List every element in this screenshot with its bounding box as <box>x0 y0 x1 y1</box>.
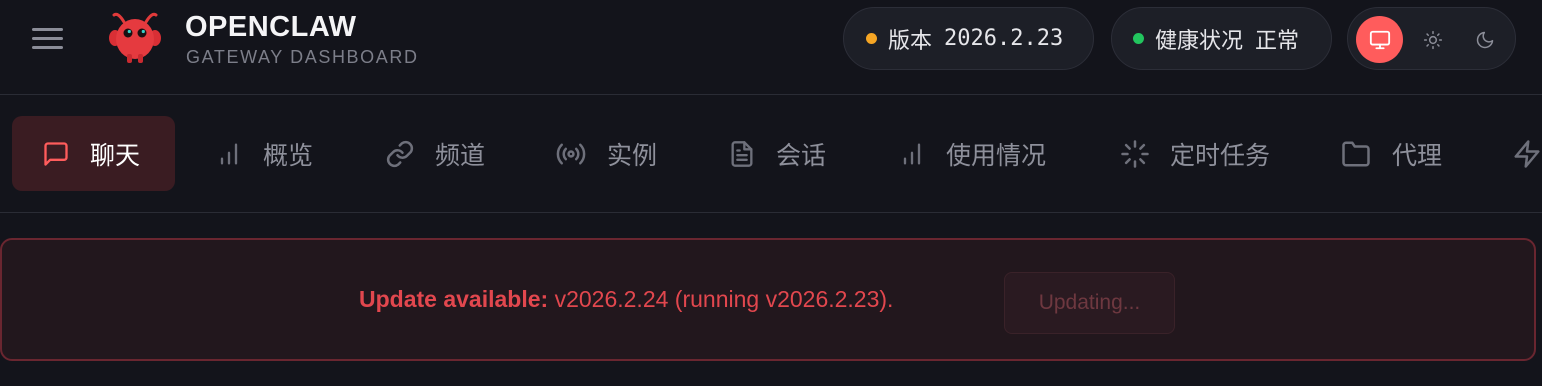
tab-skills[interactable] <box>1512 116 1542 191</box>
folder-icon <box>1342 141 1370 166</box>
tab-sessions-label: 会话 <box>776 140 827 170</box>
tab-agents[interactable]: 代理 <box>1340 116 1442 191</box>
tab-cron-jobs[interactable]: 定时任务 <box>1120 116 1270 191</box>
update-label: Update available: <box>359 286 549 312</box>
health-badge: 健康状况 正常 <box>1111 7 1332 70</box>
bar-chart-icon <box>903 143 921 164</box>
chat-bubble-icon <box>44 141 68 166</box>
radio-signal-icon <box>556 143 586 164</box>
theme-dark-button[interactable] <box>1461 16 1508 63</box>
health-value: 正常 <box>1255 28 1300 54</box>
loader-icon <box>1121 139 1149 168</box>
version-value: 2026.2.23 <box>944 26 1064 51</box>
app-title: OPENCLAW <box>185 11 357 43</box>
updating-button[interactable]: Updating... <box>1004 272 1175 334</box>
top-header: OPENCLAW GATEWAY DASHBOARD 版本 2026.2.23 … <box>0 0 1542 95</box>
tab-sessions[interactable]: 会话 <box>728 116 826 191</box>
update-message: Update available: v2026.2.24 (running v2… <box>359 286 893 313</box>
version-status-dot <box>866 33 877 44</box>
monitor-icon <box>1369 30 1390 49</box>
tab-instances-label: 实例 <box>607 140 658 170</box>
health-status-dot <box>1133 33 1144 44</box>
sun-icon <box>1423 30 1442 49</box>
lightning-icon <box>1514 139 1540 168</box>
tab-agents-label: 代理 <box>1392 140 1443 170</box>
red-lobster-mascot-icon <box>109 12 161 63</box>
app-subtitle: GATEWAY DASHBOARD <box>186 47 419 67</box>
theme-switcher <box>1347 7 1516 70</box>
menu-hamburger-icon[interactable] <box>30 25 66 53</box>
bar-chart-icon <box>220 143 238 164</box>
tab-overview[interactable]: 概览 <box>215 116 313 191</box>
tab-usage-label: 使用情况 <box>946 140 1047 170</box>
link-icon <box>386 140 414 167</box>
tab-instances[interactable]: 实例 <box>555 116 657 191</box>
tab-chat-label: 聊天 <box>90 140 141 170</box>
version-badge: 版本 2026.2.23 <box>843 7 1094 70</box>
health-label: 健康状况 <box>1155 28 1244 54</box>
tab-channels[interactable]: 频道 <box>385 116 485 191</box>
theme-light-button[interactable] <box>1409 16 1456 63</box>
tab-cron-jobs-label: 定时任务 <box>1170 140 1271 170</box>
tab-channels-label: 频道 <box>435 140 486 170</box>
main-nav-tabs: 聊天 概览 频道 实例 会话 使用情况 定时任务 代理 <box>0 96 1542 213</box>
tab-chat[interactable]: 聊天 <box>12 116 175 191</box>
update-version-text: v2026.2.24 (running v2026.2.23). <box>548 286 894 312</box>
tab-overview-label: 概览 <box>263 140 314 170</box>
theme-system-button[interactable] <box>1356 16 1403 63</box>
moon-icon <box>1476 31 1493 48</box>
version-label: 版本 <box>888 28 933 54</box>
document-icon <box>731 140 753 167</box>
update-banner: Update available: v2026.2.24 (running v2… <box>0 238 1536 361</box>
tab-usage[interactable]: 使用情况 <box>898 116 1046 191</box>
